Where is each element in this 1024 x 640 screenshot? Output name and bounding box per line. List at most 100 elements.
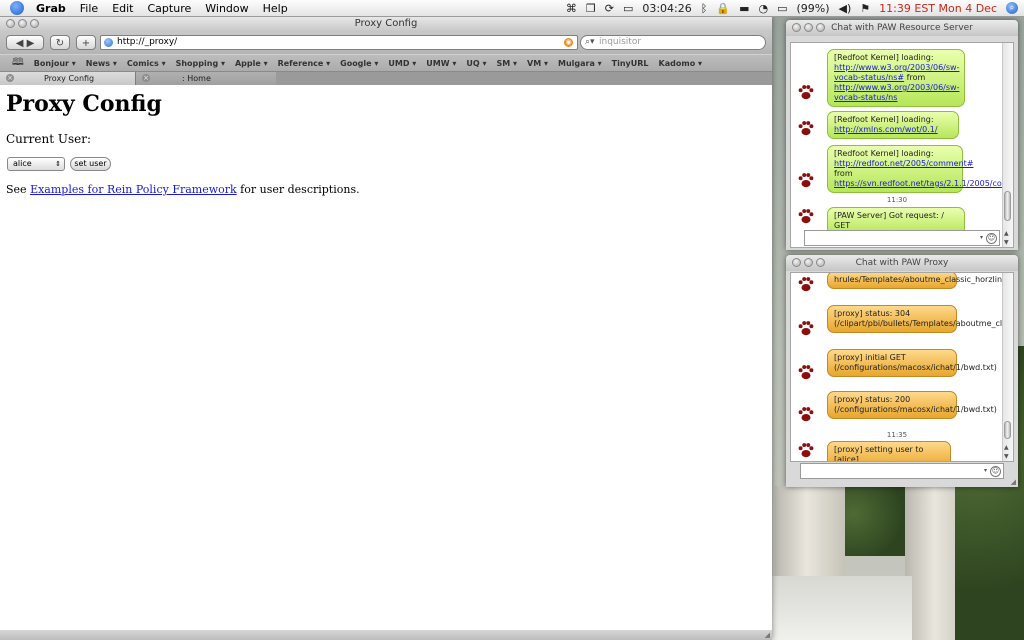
user-select[interactable]: alice ⇕: [7, 157, 65, 171]
bookmark-shopping[interactable]: Shopping ▾: [176, 59, 225, 68]
window-controls: [792, 258, 825, 267]
dropdown-arrow-icon[interactable]: ▾: [980, 234, 983, 241]
chat-input-field[interactable]: ▾ ☺: [804, 230, 1000, 246]
bookmark-sm[interactable]: SM ▾: [497, 59, 518, 68]
battery-icon[interactable]: ▭: [777, 2, 787, 15]
browser-titlebar[interactable]: Proxy Config: [0, 16, 772, 32]
message-link[interactable]: http://redfoot.net/2005/comment#: [834, 159, 974, 168]
paw-icon: [798, 407, 814, 422]
menu-help[interactable]: Help: [263, 2, 288, 15]
bluetooth-icon[interactable]: ᛒ: [701, 2, 708, 15]
chat-titlebar[interactable]: Chat with PAW Resource Server: [786, 20, 1018, 36]
zoom-window-icon[interactable]: [30, 19, 39, 28]
bookmark-mulgara[interactable]: Mulgara ▾: [558, 59, 602, 68]
bookmark-vm[interactable]: VM ▾: [527, 59, 548, 68]
message-link[interactable]: https://svn.redfoot.net/tags/2.1.1/2005/…: [834, 179, 1013, 188]
minimize-window-icon[interactable]: [804, 258, 813, 267]
wifi-icon[interactable]: ◔: [758, 2, 768, 15]
chat-titlebar[interactable]: Chat with PAW Proxy: [786, 255, 1018, 271]
bookmark-kadomo[interactable]: Kadomo ▾: [659, 59, 702, 68]
menu-edit[interactable]: Edit: [112, 2, 133, 15]
chat-bubble: [proxy] status: 200 (/configurations/mac…: [827, 391, 997, 419]
uptime-clock[interactable]: 03:04:26: [642, 2, 691, 15]
window-icon[interactable]: ❐: [586, 2, 596, 15]
smiley-icon[interactable]: ☺: [986, 233, 997, 244]
reload-button[interactable]: ↻: [50, 35, 70, 50]
display-icon[interactable]: ▬: [739, 2, 749, 15]
close-window-icon[interactable]: [792, 258, 801, 267]
message-link[interactable]: http://www.w3.org/2003/06/sw-vocab-statu…: [834, 63, 959, 82]
chat-scrollbar[interactable]: ▲ ▼: [1002, 43, 1013, 247]
add-bookmark-button[interactable]: +: [76, 35, 96, 50]
page-content: Proxy Config Current User: alice ⇕ set u…: [0, 85, 772, 640]
chat-scrollbar[interactable]: ▲ ▼: [1002, 273, 1013, 461]
bookmark-apple[interactable]: Apple ▾: [235, 59, 268, 68]
desktop-path: [772, 576, 912, 640]
menu-grab[interactable]: Grab: [36, 2, 66, 15]
close-window-icon[interactable]: [792, 23, 801, 32]
battery-percent[interactable]: (99%): [796, 2, 829, 15]
close-tab-icon[interactable]: ×: [6, 74, 14, 82]
menubar-clock[interactable]: 11:39 EST Mon 4 Dec: [879, 2, 997, 15]
message-link[interactable]: http://xmlns.com/wot/0.1/: [834, 125, 938, 134]
bookmark-comics[interactable]: Comics ▾: [127, 59, 166, 68]
clock-icon[interactable]: ▭: [623, 2, 633, 15]
chat-timestamp: 11:30: [886, 196, 908, 204]
bookmark-umw[interactable]: UMW ▾: [426, 59, 456, 68]
rein-examples-link[interactable]: Examples for Rein Policy Framework: [30, 183, 237, 196]
tab-proxy-config[interactable]: × Proxy Config: [0, 72, 136, 85]
chat-input-field[interactable]: ▾ ☺: [800, 463, 1004, 479]
user-select-value: alice: [13, 159, 32, 168]
smiley-icon[interactable]: ☺: [990, 466, 1001, 477]
scroll-thumb[interactable]: [1004, 191, 1011, 221]
current-user-label: Current User:: [6, 132, 92, 146]
apple-menu-icon[interactable]: [10, 1, 24, 15]
resize-grip-icon[interactable]: ◢: [765, 631, 770, 639]
close-tab-icon[interactable]: ×: [142, 74, 150, 82]
scroll-thumb[interactable]: [1004, 421, 1011, 439]
message-link[interactable]: http://www.w3.org/2003/06/sw-vocab-statu…: [834, 83, 959, 102]
chat-bubble: [proxy] setting user to [alice]: [827, 441, 951, 461]
rss-icon[interactable]: ◉: [564, 38, 573, 47]
resize-grip-icon[interactable]: ◢: [1011, 478, 1016, 486]
address-bar[interactable]: http://_proxy/ ◉: [100, 35, 578, 50]
scroll-down-icon[interactable]: ▼: [1004, 453, 1009, 460]
sync-icon[interactable]: ⟳: [605, 2, 614, 15]
flag-icon[interactable]: ⚑: [860, 2, 870, 15]
search-placeholder: inquisitor: [599, 37, 642, 47]
search-field[interactable]: ⌕▾ inquisitor: [580, 35, 766, 50]
bookmark-google[interactable]: Google ▾: [340, 59, 378, 68]
tab-home[interactable]: × : Home: [136, 72, 276, 85]
back-forward-button[interactable]: ◀ ▶: [6, 35, 44, 50]
bookmark-tinyurl[interactable]: TinyURL: [612, 59, 649, 68]
menu-window[interactable]: Window: [205, 2, 248, 15]
zoom-window-icon[interactable]: [816, 23, 825, 32]
minimize-window-icon[interactable]: [804, 23, 813, 32]
scroll-down-icon[interactable]: ▼: [1004, 239, 1009, 246]
browser-window-title: Proxy Config: [354, 18, 418, 29]
close-window-icon[interactable]: [6, 19, 15, 28]
set-user-button[interactable]: set user: [70, 157, 111, 171]
minimize-window-icon[interactable]: [18, 19, 27, 28]
command-icon[interactable]: ⌘: [566, 2, 577, 15]
lock-icon[interactable]: 🔒: [716, 2, 730, 15]
tab-label: : Home: [182, 74, 211, 83]
message-text: from: [834, 169, 853, 178]
message-text: [proxy] status: 200 (/configurations/mac…: [834, 395, 997, 414]
bookmark-uq[interactable]: UQ ▾: [466, 59, 486, 68]
dropdown-arrow-icon[interactable]: ▾: [984, 467, 987, 474]
menu-capture[interactable]: Capture: [148, 2, 192, 15]
bookmark-news[interactable]: News ▾: [86, 59, 117, 68]
volume-icon[interactable]: ◀): [839, 2, 852, 15]
bookmark-umd[interactable]: UMD ▾: [388, 59, 416, 68]
spotlight-icon[interactable]: ⌕: [1006, 2, 1018, 14]
scroll-up-icon[interactable]: ▲: [1004, 230, 1009, 237]
bookmarks-book-icon[interactable]: 🕮: [12, 55, 24, 72]
bookmark-bonjour[interactable]: Bonjour ▾: [34, 59, 76, 68]
menu-file[interactable]: File: [80, 2, 98, 15]
scroll-up-icon[interactable]: ▲: [1004, 444, 1009, 451]
bookmark-reference[interactable]: Reference ▾: [278, 59, 331, 68]
menubar: Grab File Edit Capture Window Help ⌘ ❐ ⟳…: [0, 0, 1024, 17]
chat-message: [proxy] status: 304 (/clipart/pbi/bullet…: [791, 305, 1013, 341]
zoom-window-icon[interactable]: [816, 258, 825, 267]
